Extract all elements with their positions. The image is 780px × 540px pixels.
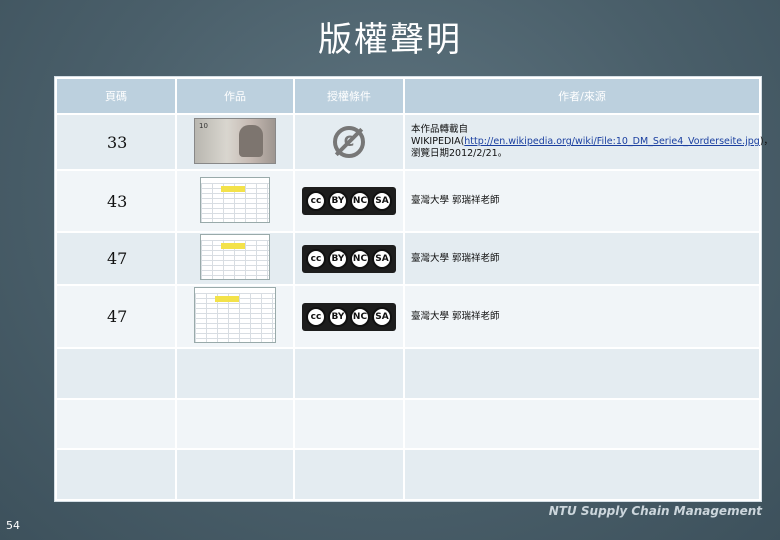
- source-text: 臺灣大學 郭瑞祥老師: [403, 231, 761, 286]
- cc-by-nc-sa-icon: cc BY NC SA: [302, 187, 396, 215]
- source-text: 本作品轉載自 WIKIPEDIA(http://en.wikipedia.org…: [403, 113, 773, 171]
- table-row: 43 cc BY NC SA 臺灣大學 郭瑞祥老師: [55, 169, 761, 233]
- header-source: 作者/來源: [403, 77, 761, 115]
- header-work: 作品: [175, 77, 295, 115]
- header-license: 授權條件: [293, 77, 405, 115]
- brand-logo-text: NTU Supply Chain Management: [548, 504, 762, 518]
- source-link[interactable]: http://en.wikipedia.org/wiki/File:10_DM_…: [464, 136, 760, 147]
- table-row: 47 cc BY NC SA 臺灣大學 郭瑞祥老師: [55, 231, 761, 286]
- table-row: 47 cc BY NC SA 臺灣大學 郭瑞祥老師: [55, 284, 761, 349]
- page-number: 47: [55, 231, 177, 286]
- spreadsheet-icon: [200, 176, 270, 223]
- banknote-icon: 10: [194, 117, 276, 164]
- table-row: 33 10 C 本作品轉載自 WIKIPEDIA(http://en.wikip…: [55, 113, 773, 171]
- page-number: 43: [55, 169, 177, 233]
- table-row-empty: [55, 448, 761, 501]
- public-domain-icon: C: [333, 126, 365, 158]
- header-page: 頁碼: [55, 77, 177, 115]
- table-row-empty: [55, 347, 761, 400]
- table-header-row: 頁碼 作品 授權條件 作者/來源: [55, 77, 761, 115]
- copyright-table: 頁碼 作品 授權條件 作者/來源 33 10 C 本作品轉載自 WIKIPEDI…: [54, 76, 773, 502]
- source-text: 臺灣大學 郭瑞祥老師: [403, 284, 761, 349]
- cc-by-nc-sa-icon: cc BY NC SA: [302, 302, 396, 331]
- page-number: 33: [55, 113, 177, 171]
- spreadsheet-icon: [200, 234, 270, 280]
- spreadsheet-icon: [194, 287, 276, 343]
- page-number: 47: [55, 284, 177, 349]
- table-row-empty: [55, 397, 761, 451]
- slide-number: 54: [6, 519, 20, 532]
- cc-by-nc-sa-icon: cc BY NC SA: [302, 244, 396, 273]
- source-text: 臺灣大學 郭瑞祥老師: [403, 169, 761, 233]
- slide-title: 版權聲明: [318, 20, 462, 60]
